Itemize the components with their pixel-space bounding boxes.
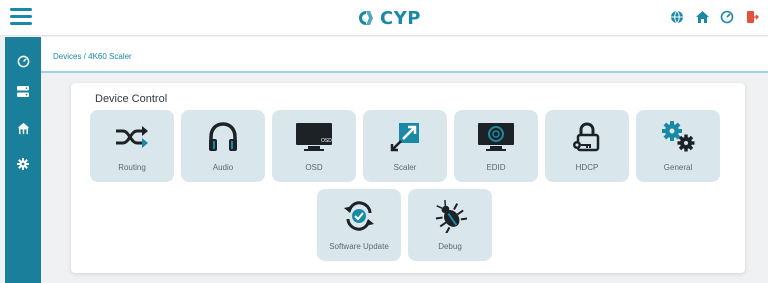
tile-label: Routing	[118, 163, 146, 172]
monitor-edid-icon	[454, 120, 538, 154]
brand-logo[interactable]: CYP	[356, 6, 421, 30]
lock-key-icon	[545, 120, 629, 154]
device-control-panel: Device Control Routing Audio OSD OSD Sca…	[71, 83, 745, 273]
network-icon[interactable]	[5, 114, 41, 142]
bug-icon	[408, 199, 492, 233]
scale-arrows-icon	[363, 120, 447, 154]
home-icon[interactable]	[694, 9, 710, 25]
globe-icon[interactable]	[669, 9, 685, 25]
tile-scaler[interactable]: Scaler	[363, 110, 447, 182]
tile-label: Audio	[212, 163, 234, 172]
tile-label: Debug	[438, 242, 462, 251]
menu-icon[interactable]	[10, 8, 32, 26]
settings-icon[interactable]	[5, 150, 41, 178]
brand-name: CYP	[380, 7, 421, 29]
monitor-osd-icon: OSD	[272, 120, 356, 154]
tile-label: EDID	[486, 163, 506, 172]
tile-label: General	[663, 163, 693, 172]
cyp-logo-icon	[359, 11, 373, 25]
tile-routing[interactable]: Routing	[90, 110, 174, 182]
tile-osd[interactable]: OSD OSD	[272, 110, 356, 182]
tile-software-update[interactable]: Software Update	[317, 189, 401, 261]
osd-screen-text: OSD	[321, 138, 332, 144]
tile-label: HDCP	[575, 163, 599, 172]
tile-audio[interactable]: Audio	[181, 110, 265, 182]
update-icon	[317, 199, 401, 233]
tile-general[interactable]: General	[636, 110, 720, 182]
tile-label: Scaler	[393, 163, 417, 172]
top-bar: CYP	[0, 0, 768, 36]
breadcrumb-bar: Devices / 4K60 Scaler	[41, 37, 768, 73]
shuffle-icon	[90, 120, 174, 154]
panel-title: Device Control	[95, 93, 168, 105]
devices-icon[interactable]	[5, 77, 41, 105]
logout-icon[interactable]	[744, 9, 760, 25]
tile-hdcp[interactable]: HDCP	[545, 110, 629, 182]
gauge-icon[interactable]	[719, 9, 735, 25]
tile-debug[interactable]: Debug	[408, 189, 492, 261]
gears-icon	[636, 120, 720, 154]
headphones-icon	[181, 120, 265, 154]
sidebar	[5, 37, 41, 283]
dashboard-icon[interactable]	[5, 47, 41, 75]
tile-label: OSD	[305, 163, 323, 172]
tile-label: Software Update	[329, 242, 389, 251]
breadcrumb[interactable]: Devices / 4K60 Scaler	[53, 52, 132, 61]
tile-edid[interactable]: EDID	[454, 110, 538, 182]
